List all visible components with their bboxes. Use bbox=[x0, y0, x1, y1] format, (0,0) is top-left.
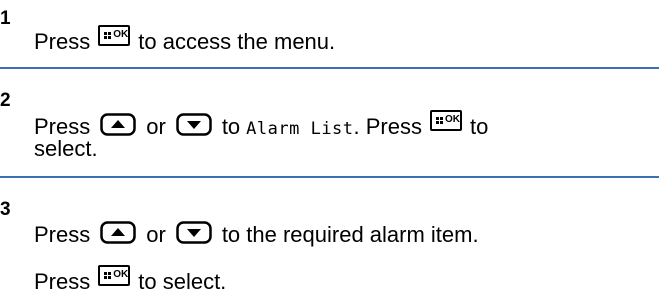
step-text-or: or bbox=[146, 114, 166, 139]
down-arrow-key-icon bbox=[176, 113, 212, 136]
menu-ok-key-icon: OK bbox=[98, 265, 131, 286]
step-text-after-item: . Press bbox=[353, 114, 422, 139]
menu-item-alarm-list: Alarm List bbox=[246, 119, 354, 139]
step-text-rest: to select. bbox=[138, 269, 227, 294]
step-text-line-1: Press or to the required alarm item. bbox=[34, 221, 479, 246]
step-text-press: Press bbox=[34, 222, 91, 247]
step-text-line-2: select. bbox=[34, 138, 98, 160]
step-text: Press OK to access the menu. bbox=[34, 25, 335, 53]
menu-ok-key-icon: OK bbox=[98, 25, 131, 46]
step-text-rest: to access the menu. bbox=[138, 29, 336, 54]
down-arrow-key-icon bbox=[176, 221, 212, 244]
menu-ok-key-icon: OK bbox=[430, 110, 462, 131]
step-number: 3 bbox=[0, 199, 11, 220]
step-text-press: Press bbox=[34, 29, 91, 54]
up-arrow-key-icon bbox=[100, 113, 136, 136]
step-text-rest: to the required alarm item. bbox=[221, 222, 479, 247]
step-text-line-1: Press or to Alarm List. Press OK to bbox=[34, 110, 488, 138]
divider bbox=[0, 176, 659, 178]
step-text-select: select. bbox=[34, 136, 98, 161]
step-text-line-2: Press OK to select. bbox=[34, 265, 226, 293]
up-arrow-key-icon bbox=[100, 221, 136, 244]
step-text-or: or bbox=[146, 222, 166, 247]
step-text-to: to bbox=[221, 114, 241, 139]
step-text-press: Press bbox=[34, 269, 91, 294]
step-text-to-end: to bbox=[470, 114, 489, 139]
divider bbox=[0, 67, 659, 69]
step-number: 1 bbox=[0, 8, 11, 29]
step-number: 2 bbox=[0, 90, 11, 111]
